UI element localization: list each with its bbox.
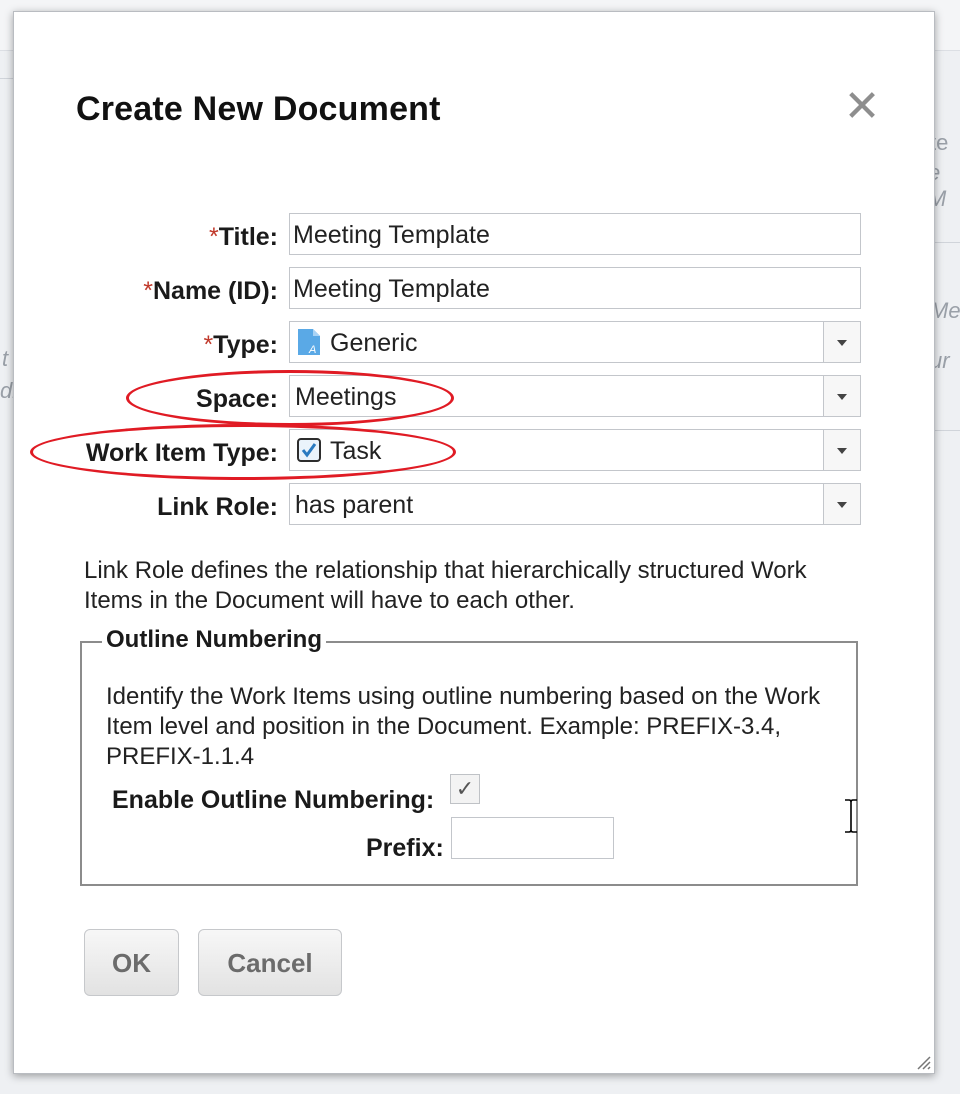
work-item-type-value: Task (330, 437, 382, 465)
type-row: *Type: A Generic (14, 321, 934, 365)
svg-text:A: A (308, 344, 316, 356)
resize-handle-icon[interactable] (915, 1054, 931, 1070)
background-divider (934, 430, 960, 431)
close-icon[interactable]: ✕ (842, 85, 882, 129)
space-select[interactable]: Meetings (289, 375, 861, 417)
type-value: Generic (330, 329, 418, 357)
link-role-value: has parent (295, 491, 414, 519)
space-label: Space: (196, 385, 278, 413)
task-checkbox-icon (297, 438, 321, 462)
outline-numbering-description: Identify the Work Items using outline nu… (106, 683, 821, 770)
required-marker: * (143, 277, 153, 305)
title-row: *Title: Meeting Template (14, 213, 934, 257)
title-value: Meeting Template (293, 221, 490, 249)
ok-button[interactable]: OK (84, 929, 179, 996)
background-divider (934, 242, 960, 243)
name-label: *Name (ID): (143, 277, 278, 305)
create-document-dialog: Create New Document ✕ *Title: Meeting Te… (13, 11, 935, 1074)
link-role-description: Link Role defines the relationship that … (84, 557, 807, 614)
work-item-type-label: Work Item Type: (85, 439, 278, 467)
chevron-down-icon[interactable] (823, 430, 860, 470)
space-value: Meetings (295, 383, 397, 411)
title-input[interactable]: Meeting Template (289, 213, 861, 255)
work-item-type-select[interactable]: Task (289, 429, 861, 471)
enable-outline-numbering-label: Enable Outline Numbering: (112, 786, 435, 814)
link-role-select[interactable]: has parent (289, 483, 861, 525)
chevron-down-icon[interactable] (823, 484, 860, 524)
space-row: Space: Meetings (14, 375, 934, 419)
title-label: *Title: (209, 223, 278, 251)
outline-numbering-legend: Outline Numbering (102, 626, 326, 654)
cancel-button[interactable]: Cancel (198, 929, 342, 996)
background-divider (0, 78, 14, 79)
required-marker: * (203, 331, 214, 359)
text-cursor-icon (845, 799, 857, 833)
work-item-type-row: Work Item Type: Task (14, 429, 934, 473)
link-role-label: Link Role: (157, 493, 278, 521)
link-role-row: Link Role: has parent (14, 483, 934, 527)
name-id-value: Meeting Template (293, 275, 490, 303)
chevron-down-icon[interactable] (823, 376, 860, 416)
type-select[interactable]: A Generic (289, 321, 861, 363)
generic-document-icon: A (298, 329, 320, 356)
name-id-input[interactable]: Meeting Template (289, 267, 861, 309)
dialog-title: Create New Document (76, 90, 441, 128)
required-marker: * (209, 223, 219, 251)
enable-outline-numbering-checkbox[interactable]: ✓ (450, 774, 480, 804)
chevron-down-icon[interactable] (823, 322, 860, 362)
type-label: *Type: (203, 331, 278, 359)
prefix-input[interactable] (451, 817, 614, 859)
prefix-label: Prefix: (366, 834, 444, 862)
background-text: t (2, 346, 9, 371)
name-row: *Name (ID): Meeting Template (14, 267, 934, 311)
